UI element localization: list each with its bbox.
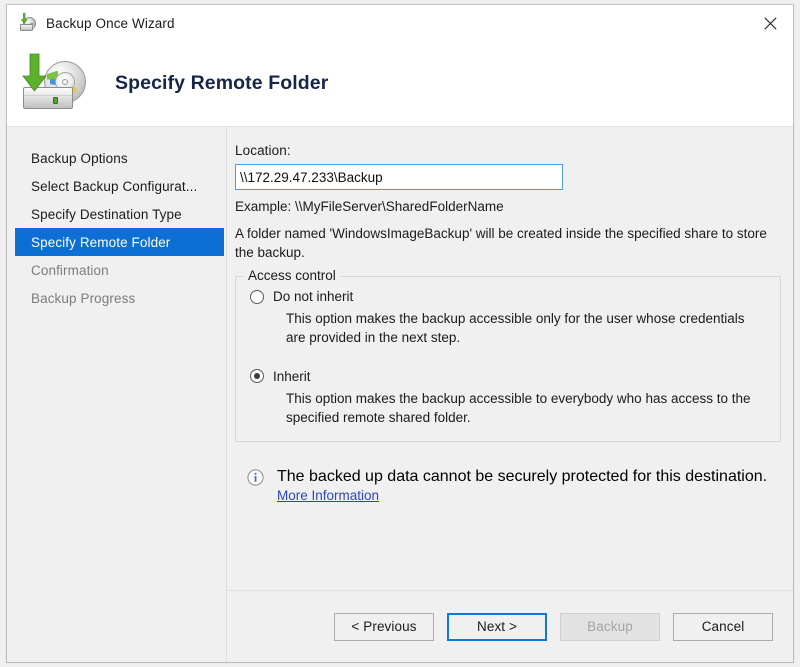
sidebar-item-label: Backup Options	[31, 150, 128, 166]
radio-do-not-inherit[interactable]: Do not inherit	[250, 289, 766, 304]
radio-inherit[interactable]: Inherit	[250, 369, 766, 384]
access-control-group-title: Access control	[244, 268, 340, 284]
green-down-arrow-icon	[22, 53, 47, 92]
info-icon	[247, 469, 264, 486]
backup-disc-icon	[18, 13, 38, 33]
sidebar-item-specify-remote-folder[interactable]: Specify Remote Folder	[15, 228, 224, 256]
wizard-header: Specify Remote Folder	[7, 41, 793, 127]
do-not-inherit-description: This option makes the backup accessible …	[286, 311, 745, 346]
more-information-link[interactable]: More Information	[277, 488, 379, 503]
radio-button-selected-icon	[250, 369, 264, 384]
sidebar-item-specify-destination-type[interactable]: Specify Destination Type	[15, 200, 224, 228]
backup-to-disc-icon	[17, 53, 89, 115]
content-pane: Location: Example: \\MyFileServer\Shared…	[227, 127, 793, 590]
folder-note-text: A folder named 'WindowsImageBackup' will…	[235, 226, 767, 261]
sidebar-item-label: Confirmation	[31, 262, 109, 278]
inherit-description: This option makes the backup accessible …	[286, 390, 751, 425]
wizard-content: Location: Example: \\MyFileServer\Shared…	[227, 127, 793, 662]
radio-label: Do not inherit	[273, 289, 354, 305]
sidebar-item-label: Specify Remote Folder	[31, 234, 171, 250]
access-control-group: Access control Do not inherit This optio…	[235, 268, 781, 442]
location-label: Location:	[235, 143, 291, 158]
info-message-text: The backed up data cannot be securely pr…	[277, 467, 768, 485]
sidebar-item-backup-progress[interactable]: Backup Progress	[15, 284, 224, 312]
sidebar-item-confirmation[interactable]: Confirmation	[15, 256, 224, 284]
sidebar-item-backup-options[interactable]: Backup Options	[15, 144, 224, 172]
previous-button[interactable]: < Previous	[334, 612, 434, 641]
sidebar-item-select-backup-configuration[interactable]: Select Backup Configurat...	[15, 172, 224, 200]
radio-button-icon	[250, 289, 264, 304]
cancel-button[interactable]: Cancel	[673, 612, 773, 641]
radio-label: Inherit	[273, 368, 311, 384]
backup-button: Backup	[560, 612, 660, 641]
close-button[interactable]	[747, 5, 793, 41]
title-bar: Backup Once Wizard	[7, 5, 793, 41]
wizard-body: Backup Options Select Backup Configurat.…	[7, 127, 793, 662]
window-title: Backup Once Wizard	[46, 15, 175, 31]
wizard-window: Backup Once Wizard Specify Remote Folder	[6, 4, 794, 663]
green-arrow-icon	[20, 13, 28, 25]
location-input[interactable]	[235, 164, 563, 190]
sidebar-item-label: Select Backup Configurat...	[31, 178, 198, 194]
info-message-block: The backed up data cannot be securely pr…	[235, 468, 783, 505]
page-title: Specify Remote Folder	[115, 72, 329, 94]
sidebar-item-label: Backup Progress	[31, 290, 136, 306]
close-icon	[763, 16, 777, 30]
wizard-footer: < Previous Next > Backup Cancel	[227, 590, 793, 662]
location-example-text: Example: \\MyFileServer\SharedFolderName	[235, 199, 504, 214]
next-button[interactable]: Next >	[447, 612, 547, 641]
wizard-steps-sidebar: Backup Options Select Backup Configurat.…	[7, 127, 227, 662]
sidebar-item-label: Specify Destination Type	[31, 206, 182, 222]
